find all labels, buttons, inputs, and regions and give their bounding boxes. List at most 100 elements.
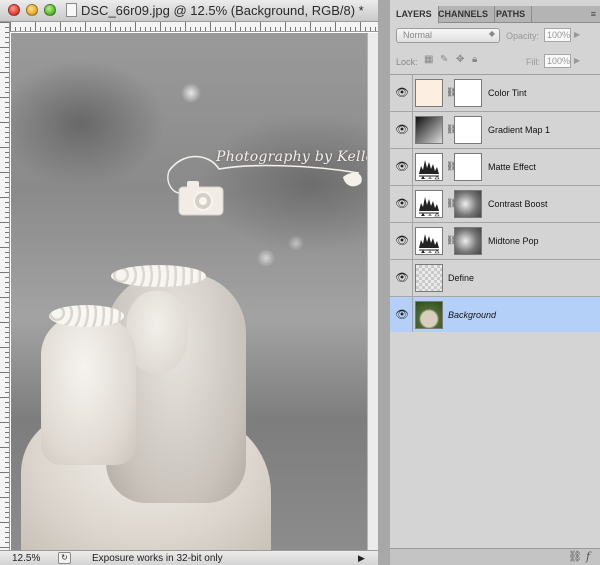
divider bbox=[412, 260, 413, 296]
ruler-tick bbox=[370, 27, 371, 31]
zoom-window-button[interactable] bbox=[44, 4, 56, 16]
layer-row-background[interactable]: 👁︎ Background bbox=[390, 297, 600, 334]
ruler-tick bbox=[235, 22, 236, 31]
layer-row-color-tint[interactable]: 👁︎ ⛓ Color Tint bbox=[390, 75, 600, 112]
watermark-text: Photography by Kelley bbox=[216, 149, 367, 165]
layer-row-gradient-map-1[interactable]: 👁︎ ⛓ Gradient Map 1 bbox=[390, 112, 600, 149]
ruler-tick bbox=[5, 477, 9, 478]
panel-menu-icon[interactable]: ≡ bbox=[591, 9, 596, 19]
status-bar: 12.5% ↻ Exposure works in 32-bit only ▶ bbox=[0, 550, 378, 565]
ruler-tick bbox=[0, 72, 9, 73]
layer-row-define[interactable]: 👁︎ Define bbox=[390, 260, 600, 297]
ruler-tick bbox=[275, 27, 276, 31]
ruler-tick bbox=[230, 27, 231, 31]
ruler-tick bbox=[5, 417, 9, 418]
photo-child-flower-crown bbox=[49, 305, 124, 327]
ruler-tick bbox=[70, 27, 71, 31]
ruler-tick bbox=[0, 447, 9, 448]
ruler-tick bbox=[5, 542, 9, 543]
ruler-tick bbox=[5, 377, 9, 378]
ruler-tick bbox=[355, 27, 356, 31]
lock-position-icon[interactable]: ✥ bbox=[456, 54, 464, 65]
tab-channels[interactable]: CHANNELS bbox=[432, 6, 496, 23]
blend-mode-select[interactable]: Normal ◆ bbox=[396, 28, 500, 43]
layer-mask-thumbnail[interactable] bbox=[454, 79, 482, 107]
layer-name[interactable]: Gradient Map 1 bbox=[488, 125, 550, 135]
ruler-tick bbox=[5, 167, 9, 168]
layer-mask-thumbnail[interactable] bbox=[454, 190, 482, 218]
close-window-button[interactable] bbox=[8, 4, 20, 16]
minimize-window-button[interactable] bbox=[26, 4, 38, 16]
layer-name[interactable]: Define bbox=[448, 273, 474, 283]
zoom-level[interactable]: 12.5% bbox=[12, 553, 40, 564]
horizontal-ruler[interactable] bbox=[10, 22, 378, 32]
layer-mask-thumbnail[interactable] bbox=[454, 227, 482, 255]
status-menu-arrow[interactable]: ▶ bbox=[358, 553, 365, 564]
ruler-tick bbox=[0, 397, 9, 398]
vertical-scrollbar[interactable] bbox=[367, 33, 378, 550]
layer-row-matte-effect[interactable]: 👁︎ ⛓ Matte Effect bbox=[390, 149, 600, 186]
divider bbox=[412, 297, 413, 333]
lock-image-pixels-icon[interactable]: ✎ bbox=[440, 54, 448, 65]
layer-thumbnail bbox=[415, 116, 443, 144]
lock-all-icon[interactable]: 🔒︎ bbox=[472, 54, 477, 65]
ruler-tick bbox=[245, 27, 246, 31]
layer-name[interactable]: Matte Effect bbox=[488, 162, 536, 172]
layer-mask-thumbnail[interactable] bbox=[454, 116, 482, 144]
eye-icon[interactable]: 👁︎ bbox=[393, 195, 411, 213]
ruler-tick bbox=[145, 27, 146, 31]
eye-icon[interactable]: 👁︎ bbox=[393, 306, 411, 324]
layer-row-contrast-boost[interactable]: 👁︎ ⛓ Contrast Boost bbox=[390, 186, 600, 223]
eye-icon[interactable]: 👁︎ bbox=[393, 84, 411, 102]
eye-icon[interactable]: 👁︎ bbox=[393, 232, 411, 250]
ruler-tick bbox=[110, 22, 111, 31]
layer-name[interactable]: Contrast Boost bbox=[488, 199, 548, 209]
ruler-tick bbox=[5, 227, 9, 228]
ruler-tick bbox=[0, 272, 9, 273]
ruler-tick bbox=[295, 27, 296, 31]
ruler-tick bbox=[305, 27, 306, 31]
eye-icon[interactable]: 👁︎ bbox=[393, 121, 411, 139]
ruler-tick bbox=[5, 462, 9, 463]
ruler-tick bbox=[5, 252, 9, 253]
ruler-tick bbox=[220, 27, 221, 31]
fill-dropdown-arrow-icon[interactable]: ▶ bbox=[574, 56, 580, 65]
ruler-tick bbox=[320, 27, 321, 31]
tab-paths[interactable]: PATHS bbox=[490, 6, 533, 23]
layer-name[interactable]: Midtone Pop bbox=[488, 236, 539, 246]
ruler-tick bbox=[0, 247, 9, 248]
ruler-tick bbox=[330, 27, 331, 31]
ruler-tick bbox=[5, 67, 9, 68]
status-info-icon[interactable]: ↻ bbox=[58, 552, 71, 564]
ruler-tick bbox=[300, 27, 301, 31]
ruler-tick bbox=[5, 467, 9, 468]
layer-row-midtone-pop[interactable]: 👁︎ ⛓ Midtone Pop bbox=[390, 223, 600, 260]
panel-tab-bar: LAYERS CHANNELS PATHS ≡ bbox=[390, 6, 600, 24]
ruler-tick bbox=[5, 527, 9, 528]
vertical-ruler[interactable] bbox=[0, 22, 10, 550]
document-titlebar[interactable]: DSC_66r09.jpg @ 12.5% (Background, RGB/8… bbox=[0, 0, 378, 22]
ruler-tick bbox=[375, 27, 376, 31]
ruler-tick bbox=[5, 492, 9, 493]
eye-icon[interactable]: 👁︎ bbox=[393, 269, 411, 287]
link-layers-icon[interactable]: ⛓ bbox=[568, 550, 582, 563]
opacity-dropdown-arrow-icon[interactable]: ▶ bbox=[574, 30, 580, 39]
ruler-tick bbox=[5, 132, 9, 133]
eye-icon[interactable]: 👁︎ bbox=[393, 158, 411, 176]
layer-name[interactable]: Background bbox=[448, 310, 496, 320]
layer-mask-thumbnail[interactable] bbox=[454, 153, 482, 181]
ruler-tick bbox=[5, 262, 9, 263]
ruler-tick bbox=[5, 342, 9, 343]
layer-name[interactable]: Color Tint bbox=[488, 88, 527, 98]
ruler-tick bbox=[0, 322, 9, 323]
ruler-tick bbox=[0, 22, 9, 23]
fill-input[interactable]: 100% bbox=[544, 54, 571, 68]
ruler-tick bbox=[5, 352, 9, 353]
lock-transparent-pixels-icon[interactable]: ▦ bbox=[424, 54, 433, 65]
ruler-tick bbox=[205, 27, 206, 31]
image-canvas[interactable]: Photography by Kelley bbox=[11, 33, 367, 550]
layer-style-fx-icon[interactable]: f bbox=[586, 550, 590, 563]
panel-footer: ⛓ f bbox=[390, 548, 600, 565]
ruler-tick bbox=[5, 382, 9, 383]
opacity-input[interactable]: 100% bbox=[544, 28, 571, 42]
